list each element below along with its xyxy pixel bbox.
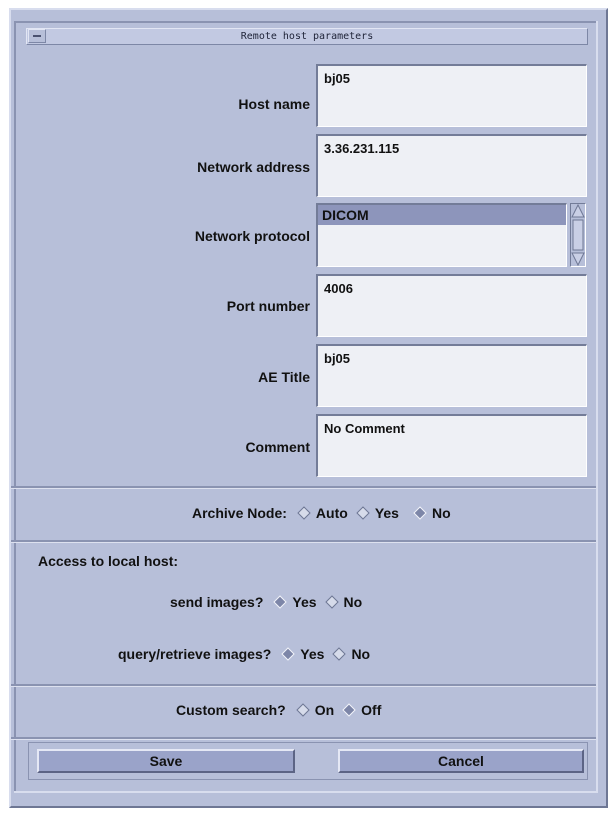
radio-diamond-selected-icon [281, 647, 296, 661]
save-button[interactable]: Save [37, 749, 295, 773]
custom-search-on-option[interactable]: On [295, 702, 335, 718]
cancel-button[interactable]: Cancel [338, 749, 584, 773]
frame-top-line [14, 21, 598, 23]
archive-node-auto-option[interactable]: Auto [297, 505, 348, 521]
access-heading: Access to local host: [38, 553, 179, 569]
frame-left-line [14, 21, 16, 793]
separator [11, 486, 596, 489]
archive-node-yes-option[interactable]: Yes [356, 505, 399, 521]
query-retrieve-row: query/retrieve images? Yes No [118, 646, 378, 662]
query-retrieve-no-option[interactable]: No [332, 646, 370, 662]
network-address-field[interactable]: 3.36.231.115 [316, 134, 587, 197]
custom-search-off-label: Off [361, 702, 382, 718]
radio-diamond-selected-icon [342, 703, 356, 717]
window-title: Remote host parameters [240, 31, 374, 42]
archive-node-row: Archive Node: Auto Yes No [192, 505, 459, 521]
archive-node-no-option[interactable]: No [413, 505, 451, 521]
radio-diamond-selected-icon [413, 506, 427, 520]
port-number-label: Port number [226, 298, 310, 314]
host-name-label: Host name [238, 96, 310, 112]
separator [11, 737, 596, 740]
query-retrieve-yes-option[interactable]: Yes [281, 646, 324, 662]
query-retrieve-yes-label: Yes [300, 646, 325, 662]
network-protocol-label: Network protocol [194, 228, 310, 244]
comment-field[interactable]: No Comment [316, 414, 587, 477]
network-address-label: Network address [197, 159, 310, 175]
radio-diamond-selected-icon [273, 595, 288, 609]
separator [11, 684, 596, 687]
custom-search-label: Custom search? [176, 702, 286, 718]
list-item-dicom[interactable]: DICOM [318, 205, 566, 225]
query-retrieve-no-label: No [351, 646, 371, 662]
network-protocol-list[interactable]: DICOM [316, 203, 567, 267]
ae-title-label: AE Title [258, 369, 310, 385]
send-images-yes-label: Yes [292, 594, 317, 610]
custom-search-off-option[interactable]: Off [342, 702, 381, 718]
frame-right-line [596, 21, 598, 793]
query-retrieve-label: query/retrieve images? [118, 646, 272, 662]
host-name-field[interactable]: bj05 [316, 64, 587, 127]
send-images-row: send images? Yes No [170, 594, 370, 610]
protocol-scrollbar[interactable] [570, 203, 586, 267]
scroll-up-arrow-icon[interactable] [571, 204, 585, 218]
custom-search-on-label: On [314, 702, 335, 718]
send-images-no-option[interactable]: No [324, 594, 363, 610]
radio-diamond-icon [297, 506, 311, 520]
port-number-field[interactable]: 4006 [316, 274, 587, 337]
archive-node-no-label: No [431, 505, 451, 521]
window-menu-button[interactable] [28, 29, 46, 43]
custom-search-row: Custom search? On Off [176, 702, 389, 718]
scroll-thumb[interactable] [572, 219, 584, 251]
ae-title-field[interactable]: bj05 [316, 344, 587, 407]
minus-icon [33, 35, 41, 37]
archive-node-yes-label: Yes [374, 505, 399, 521]
separator [11, 540, 596, 543]
radio-diamond-icon [356, 506, 370, 520]
send-images-yes-option[interactable]: Yes [273, 594, 317, 610]
comment-label: Comment [245, 439, 310, 455]
archive-node-auto-label: Auto [315, 505, 348, 521]
radio-diamond-icon [295, 703, 310, 717]
send-images-label: send images? [170, 594, 264, 610]
radio-diamond-icon [332, 647, 347, 661]
remote-host-dialog [9, 8, 608, 808]
radio-diamond-icon [324, 595, 339, 609]
send-images-no-label: No [343, 594, 363, 610]
title-bar[interactable]: Remote host parameters [26, 28, 588, 45]
scroll-down-arrow-icon[interactable] [571, 252, 585, 266]
archive-node-label: Archive Node: [192, 505, 287, 521]
frame-bottom-line [14, 791, 598, 793]
